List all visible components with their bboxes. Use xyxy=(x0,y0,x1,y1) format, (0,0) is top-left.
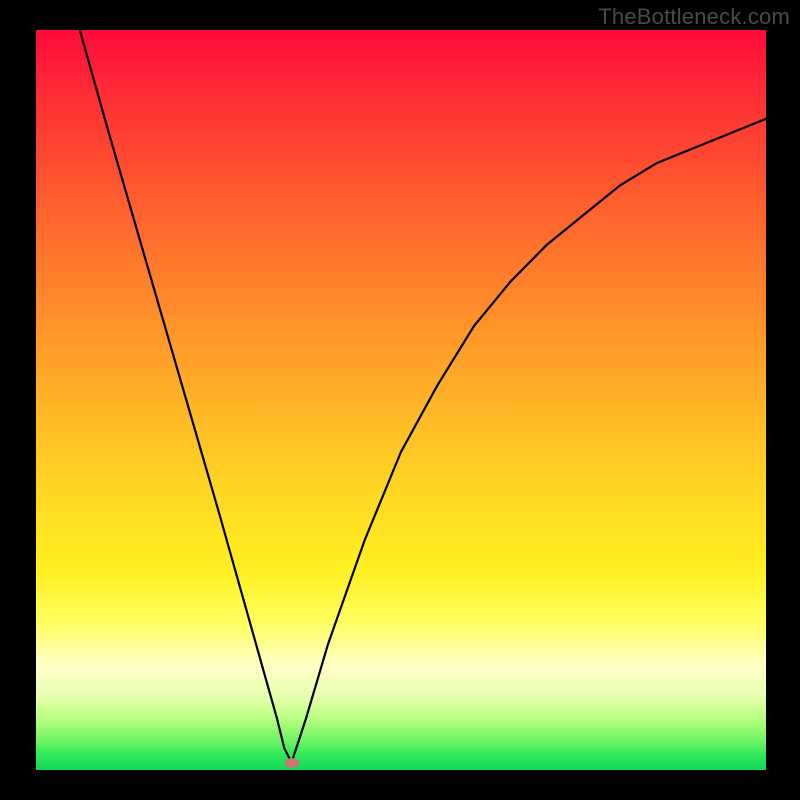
watermark: TheBottleneck.com xyxy=(598,4,790,30)
chart-root: TheBottleneck.com xyxy=(0,0,800,800)
bottleneck-curve xyxy=(80,30,766,763)
curve-layer xyxy=(36,30,766,770)
plot-area xyxy=(36,30,766,770)
min-marker xyxy=(284,758,299,768)
